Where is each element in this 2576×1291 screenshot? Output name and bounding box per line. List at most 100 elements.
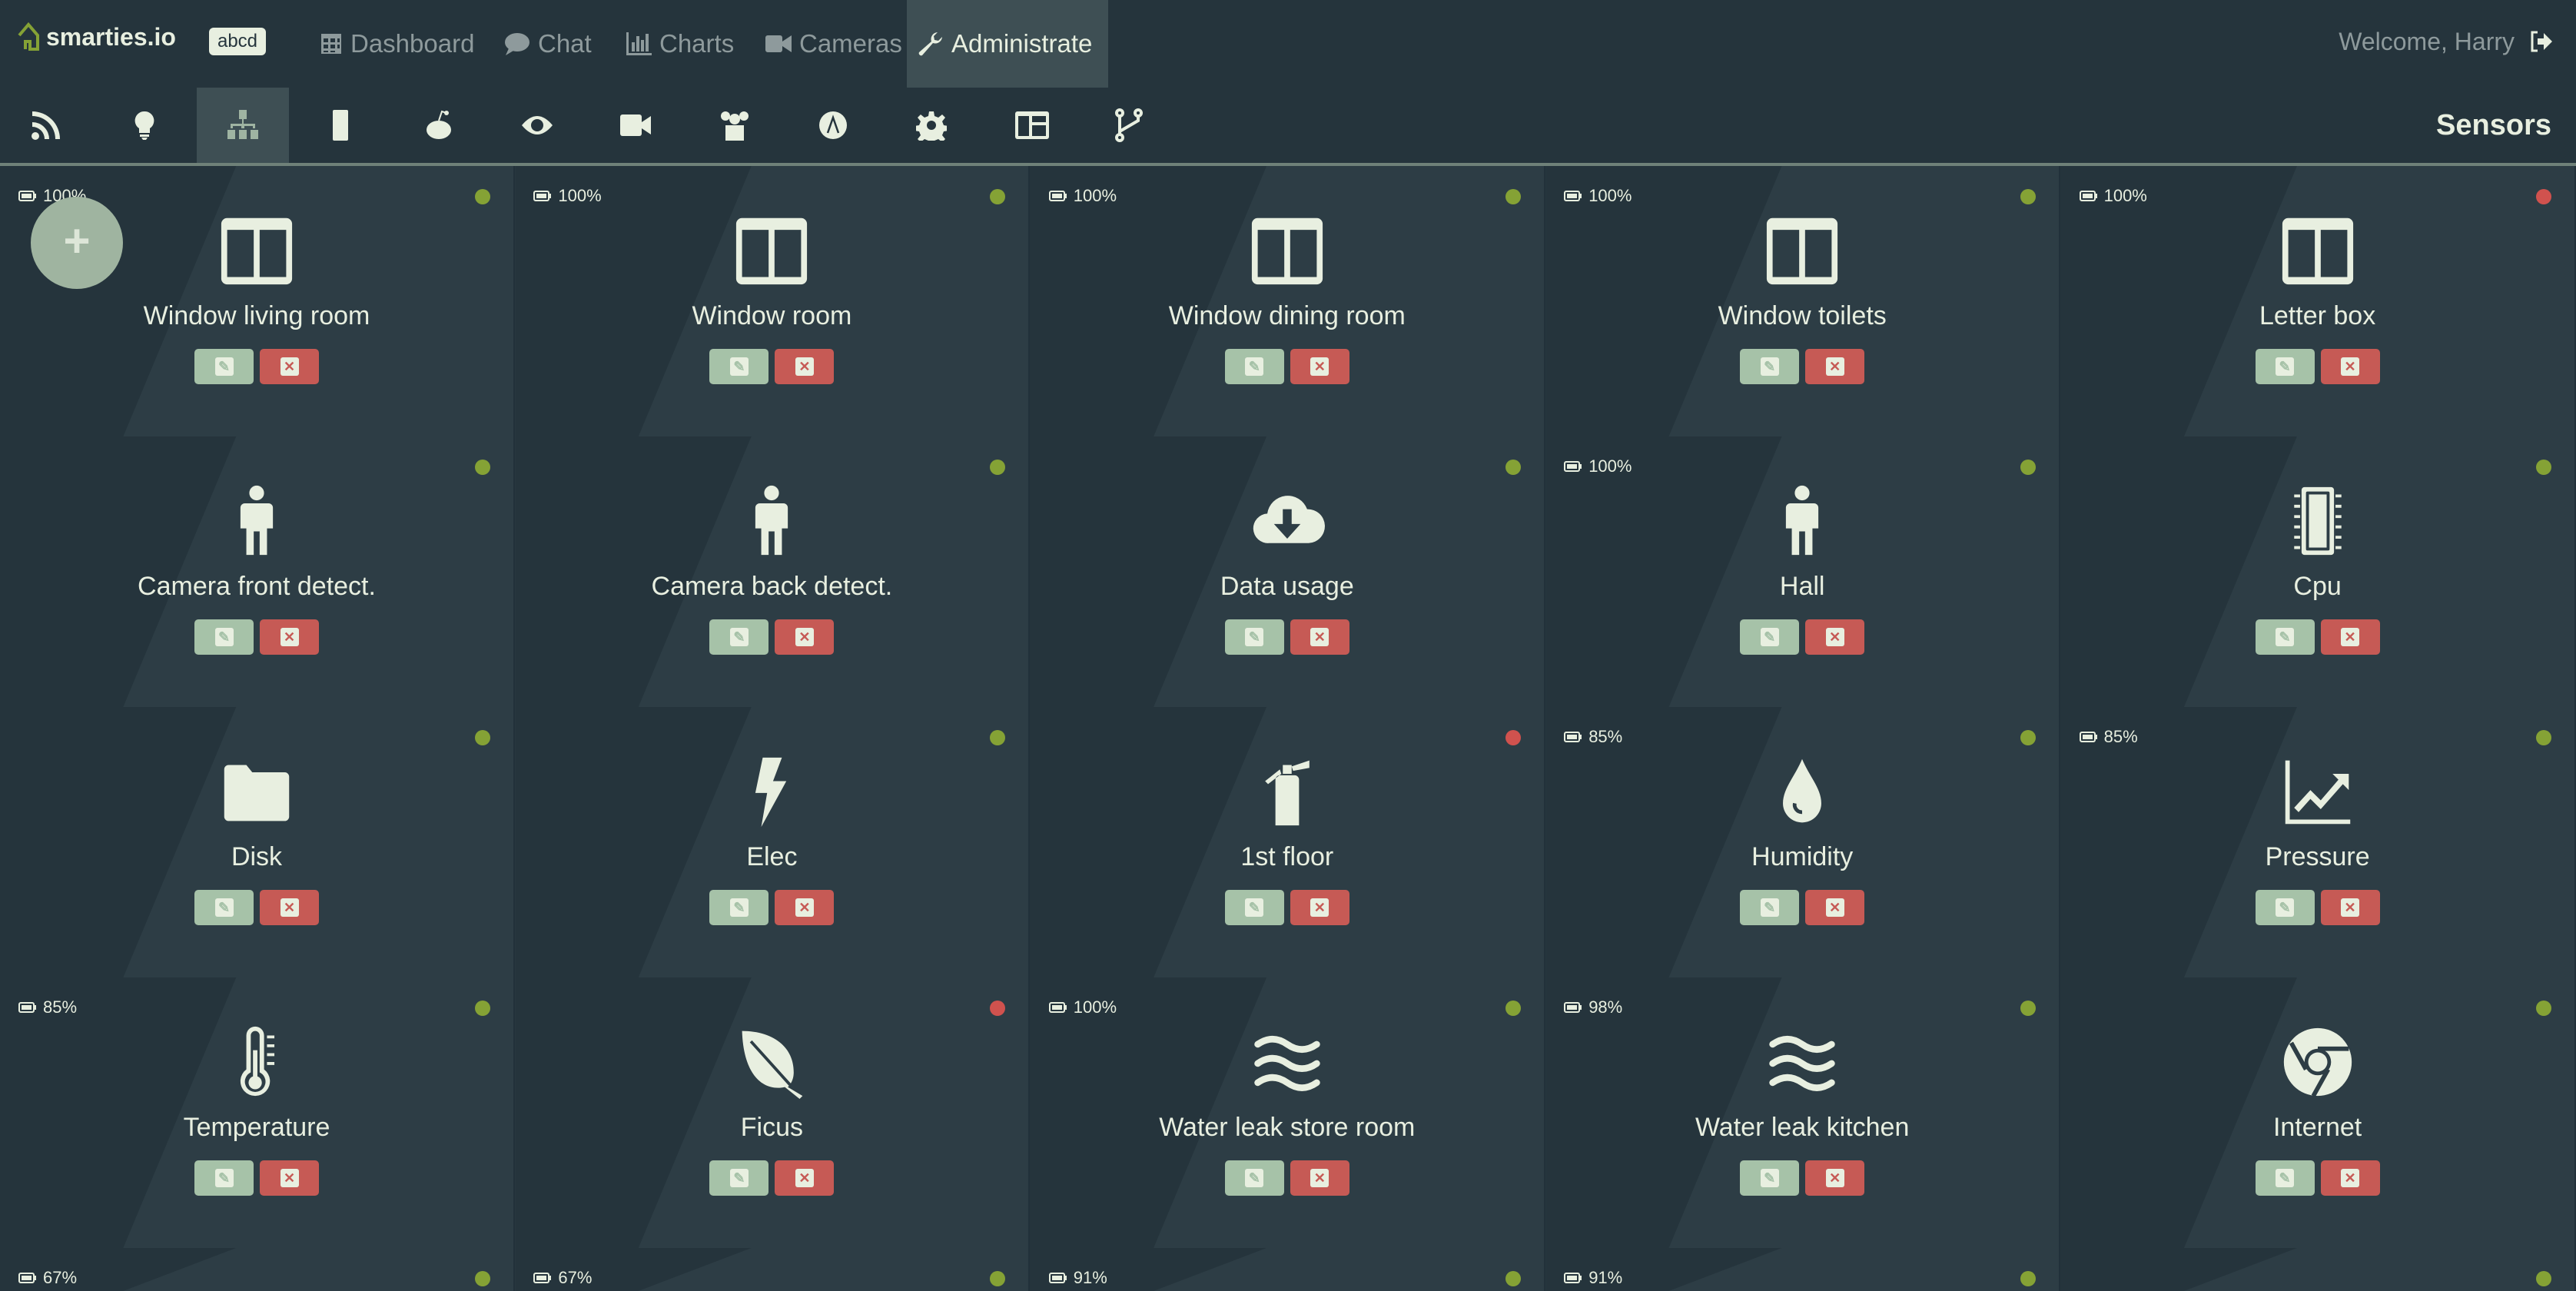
sitemap-icon xyxy=(226,110,260,141)
users-icon xyxy=(718,110,752,141)
toolbar-button-sitemap[interactable] xyxy=(197,88,289,163)
close-icon: ✕ xyxy=(2341,357,2360,376)
edit-button[interactable]: ✎ xyxy=(1224,1160,1284,1196)
delete-button[interactable]: ✕ xyxy=(1805,349,1865,384)
status-dot xyxy=(2020,730,2037,745)
sensor-card: Camera front detect. ✎ ✕ xyxy=(0,436,515,707)
toolbar-button-dashboard[interactable] xyxy=(986,88,1078,163)
edit-button[interactable]: ✎ xyxy=(1224,890,1284,925)
sensor-card: Elec ✎ ✕ xyxy=(515,707,1031,977)
close-icon: ✕ xyxy=(280,898,299,917)
delete-button[interactable]: ✕ xyxy=(2320,1160,2380,1196)
sensor-card: 91% xyxy=(1030,1248,1545,1291)
delete-button[interactable]: ✕ xyxy=(775,619,835,655)
bar-chart-icon xyxy=(626,32,652,56)
nav-charts[interactable]: Charts xyxy=(615,0,745,88)
edit-button[interactable]: ✎ xyxy=(1740,619,1800,655)
status-dot xyxy=(2535,1271,2551,1286)
drop-icon xyxy=(1545,755,2059,828)
toolbar-button-users[interactable] xyxy=(689,88,781,163)
edit-button[interactable]: ✎ xyxy=(709,349,769,384)
toolbar-button-video[interactable] xyxy=(589,88,682,163)
delete-button[interactable]: ✕ xyxy=(2320,619,2380,655)
edit-button[interactable]: ✎ xyxy=(709,890,769,925)
toolbar-button-lightbulb[interactable] xyxy=(98,88,191,163)
delete-button[interactable]: ✕ xyxy=(2320,890,2380,925)
edit-button[interactable]: ✎ xyxy=(194,349,254,384)
toolbar-button-alexa[interactable] xyxy=(787,88,879,163)
delete-button[interactable]: ✕ xyxy=(2320,349,2380,384)
delete-button[interactable]: ✕ xyxy=(1805,1160,1865,1196)
pencil-icon: ✎ xyxy=(729,1169,749,1187)
delete-button[interactable]: ✕ xyxy=(775,349,835,384)
edit-button[interactable]: ✎ xyxy=(709,1160,769,1196)
edit-button[interactable]: ✎ xyxy=(2255,890,2315,925)
nav-dashboard[interactable]: Dashboard xyxy=(309,0,485,88)
nav-administrate[interactable]: Administrate xyxy=(907,0,1108,88)
edit-button[interactable]: ✎ xyxy=(709,619,769,655)
battery-icon xyxy=(1048,1273,1067,1283)
edit-button[interactable]: ✎ xyxy=(1740,349,1800,384)
sensor-name: Disk xyxy=(231,842,283,871)
logo[interactable]: smarties.io xyxy=(17,22,176,52)
sensor-card: 85% Temperature ✎ ✕ xyxy=(0,977,515,1248)
sensor-actions: ✎ ✕ xyxy=(515,1160,1028,1196)
delete-button[interactable]: ✕ xyxy=(1805,619,1865,655)
toolbar-button-reddit[interactable] xyxy=(393,88,485,163)
sensor-actions: ✎ ✕ xyxy=(1031,890,1544,925)
rss-icon xyxy=(31,110,61,141)
status-dot xyxy=(990,1001,1006,1016)
extinguisher-icon xyxy=(1031,755,1544,828)
delete-button[interactable]: ✕ xyxy=(260,619,319,655)
nav-label: Chat xyxy=(538,29,592,58)
battery-icon xyxy=(1564,732,1582,742)
delete-button[interactable]: ✕ xyxy=(1290,619,1349,655)
nav-chat[interactable]: Chat xyxy=(493,0,603,88)
toolbar-button-rss[interactable] xyxy=(0,88,92,163)
add-sensor-button[interactable]: + xyxy=(31,197,123,289)
toolbar-button-eye[interactable] xyxy=(491,88,583,163)
edit-button[interactable]: ✎ xyxy=(2255,619,2315,655)
logout-icon[interactable] xyxy=(2528,29,2553,54)
delete-button[interactable]: ✕ xyxy=(1290,890,1349,925)
sensor-name: Humidity xyxy=(1751,842,1854,871)
sensor-actions: ✎ ✕ xyxy=(1545,890,2059,925)
close-icon: ✕ xyxy=(280,1169,299,1187)
gear-icon xyxy=(916,110,947,141)
user-badge[interactable]: abcd xyxy=(209,28,266,55)
nav-label: Charts xyxy=(659,29,735,58)
toolbar-button-chip[interactable] xyxy=(294,88,387,163)
close-icon: ✕ xyxy=(2341,1169,2360,1187)
sensor-actions: ✎ ✕ xyxy=(515,619,1028,655)
edit-button[interactable]: ✎ xyxy=(1740,890,1800,925)
water-icon xyxy=(1545,1025,2059,1099)
sensor-name: Window room xyxy=(692,301,852,330)
edit-button[interactable]: ✎ xyxy=(1224,619,1284,655)
delete-button[interactable]: ✕ xyxy=(260,349,319,384)
status-dot xyxy=(1505,730,1521,745)
delete-button[interactable]: ✕ xyxy=(1290,349,1349,384)
close-icon: ✕ xyxy=(1825,898,1844,917)
edit-button[interactable]: ✎ xyxy=(1740,1160,1800,1196)
delete-button[interactable]: ✕ xyxy=(260,1160,319,1196)
edit-button[interactable]: ✎ xyxy=(194,1160,254,1196)
edit-button[interactable]: ✎ xyxy=(194,619,254,655)
battery-level: 100% xyxy=(2103,186,2147,205)
edit-button[interactable]: ✎ xyxy=(2255,1160,2315,1196)
toolbar-button-gear[interactable] xyxy=(885,88,978,163)
delete-button[interactable]: ✕ xyxy=(775,890,835,925)
delete-button[interactable]: ✕ xyxy=(1805,890,1865,925)
video-icon xyxy=(765,32,792,55)
close-icon: ✕ xyxy=(2341,898,2360,917)
delete-button[interactable]: ✕ xyxy=(775,1160,835,1196)
edit-button[interactable]: ✎ xyxy=(1224,349,1284,384)
edit-button[interactable]: ✎ xyxy=(194,890,254,925)
close-icon: ✕ xyxy=(795,898,814,917)
delete-button[interactable]: ✕ xyxy=(1290,1160,1349,1196)
edit-button[interactable]: ✎ xyxy=(2255,349,2315,384)
nav-cameras[interactable]: Cameras xyxy=(755,0,913,88)
sensor-card: 98% Water leak kitchen ✎ ✕ xyxy=(1545,977,2061,1248)
toolbar-button-fork[interactable] xyxy=(1083,88,1175,163)
sensor-card: 85% Humidity ✎ ✕ xyxy=(1545,707,2061,977)
delete-button[interactable]: ✕ xyxy=(260,890,319,925)
